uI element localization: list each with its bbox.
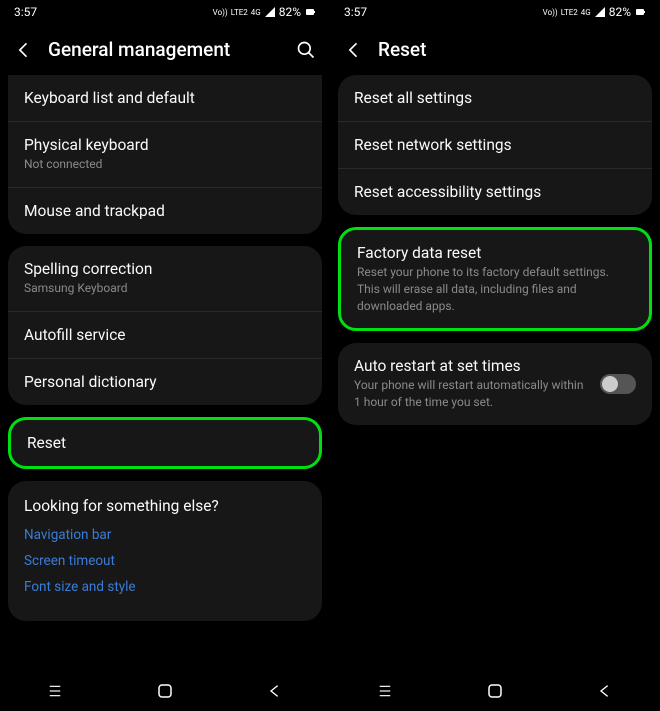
chevron-left-icon [344, 40, 364, 60]
nav-back[interactable] [594, 680, 616, 702]
item-label: Autofill service [24, 326, 306, 344]
recents-icon [45, 684, 65, 698]
item-reset-network[interactable]: Reset network settings [338, 121, 652, 168]
nav-home[interactable] [484, 680, 506, 702]
item-label: Factory data reset [357, 244, 633, 262]
group-input: Keyboard list and default Physical keybo… [8, 75, 322, 234]
group-text: Spelling correction Samsung Keyboard Aut… [8, 246, 322, 405]
item-label: Keyboard list and default [24, 89, 306, 107]
phone-left: 3:57 Vo)) LTE2 4G 82% General management… [0, 0, 330, 711]
back-icon [267, 683, 283, 699]
volte-icon: Vo)) [213, 8, 228, 17]
item-factory-data-reset[interactable]: Factory data reset Reset your phone to i… [341, 230, 649, 328]
group-reset: Reset [8, 417, 322, 469]
toggle-switch[interactable] [600, 374, 636, 394]
page-title: General management [48, 38, 296, 61]
item-sub: Not connected [24, 156, 306, 173]
battery-icon [634, 6, 646, 18]
header: General management [0, 24, 330, 75]
item-label: Personal dictionary [24, 373, 306, 391]
home-icon [486, 682, 504, 700]
status-time: 3:57 [344, 5, 367, 19]
phone-right: 3:57 Vo)) LTE2 4G 82% Reset Reset all se… [330, 0, 660, 711]
item-mouse-trackpad[interactable]: Mouse and trackpad [8, 187, 322, 234]
battery-pct: 82% [279, 5, 301, 19]
item-spelling[interactable]: Spelling correction Samsung Keyboard [8, 246, 322, 311]
back-button[interactable] [344, 40, 364, 60]
nav-back[interactable] [264, 680, 286, 702]
item-reset-accessibility[interactable]: Reset accessibility settings [338, 168, 652, 215]
group-resets: Reset all settings Reset network setting… [338, 75, 652, 215]
link-screen-timeout[interactable]: Screen timeout [24, 553, 306, 569]
lte-icon: LTE2 [231, 8, 248, 17]
item-label: Reset network settings [354, 136, 636, 154]
item-physical-keyboard[interactable]: Physical keyboard Not connected [8, 121, 322, 187]
status-bar: 3:57 Vo)) LTE2 4G 82% [0, 0, 330, 24]
group-suggestions: Looking for something else? Navigation b… [8, 481, 322, 621]
item-reset[interactable]: Reset [11, 420, 319, 466]
item-sub: Your phone will restart automatically wi… [354, 377, 590, 411]
nav-home[interactable] [154, 680, 176, 702]
nav-bar [0, 671, 330, 711]
link-font-size[interactable]: Font size and style [24, 579, 306, 595]
battery-icon [304, 6, 316, 18]
signal-icon [594, 6, 606, 18]
item-auto-restart[interactable]: Auto restart at set times Your phone wil… [338, 343, 652, 425]
suggest-title: Looking for something else? [24, 497, 306, 515]
nav-recents[interactable] [44, 680, 66, 702]
recents-icon [375, 684, 395, 698]
item-label: Reset accessibility settings [354, 183, 636, 201]
link-navigation-bar[interactable]: Navigation bar [24, 527, 306, 543]
item-label: Physical keyboard [24, 136, 306, 154]
signal-icon [264, 6, 276, 18]
battery-pct: 82% [609, 5, 631, 19]
content: Reset all settings Reset network setting… [330, 75, 660, 425]
item-label: Reset [27, 434, 303, 452]
search-icon [296, 40, 316, 60]
item-sub: Samsung Keyboard [24, 280, 306, 297]
back-icon [597, 683, 613, 699]
item-label: Reset all settings [354, 89, 636, 107]
content: Keyboard list and default Physical keybo… [0, 75, 330, 621]
item-label: Spelling correction [24, 260, 306, 278]
status-bar: 3:57 Vo)) LTE2 4G 82% [330, 0, 660, 24]
group-auto-restart: Auto restart at set times Your phone wil… [338, 343, 652, 425]
item-label: Mouse and trackpad [24, 202, 306, 220]
page-title: Reset [378, 38, 646, 61]
net-icon: 4G [581, 8, 591, 17]
item-reset-all[interactable]: Reset all settings [338, 75, 652, 121]
status-right: Vo)) LTE2 4G 82% [543, 5, 646, 19]
status-right: Vo)) LTE2 4G 82% [213, 5, 316, 19]
status-time: 3:57 [14, 5, 37, 19]
lte-icon: LTE2 [561, 8, 578, 17]
group-factory-reset: Factory data reset Reset your phone to i… [338, 227, 652, 331]
nav-bar [330, 671, 660, 711]
item-keyboard-list[interactable]: Keyboard list and default [8, 75, 322, 121]
chevron-left-icon [14, 40, 34, 60]
item-label: Auto restart at set times [354, 357, 590, 375]
nav-recents[interactable] [374, 680, 396, 702]
item-autofill[interactable]: Autofill service [8, 311, 322, 358]
home-icon [156, 682, 174, 700]
net-icon: 4G [251, 8, 261, 17]
header: Reset [330, 24, 660, 75]
item-sub: Reset your phone to its factory default … [357, 264, 633, 314]
volte-icon: Vo)) [543, 8, 558, 17]
back-button[interactable] [14, 40, 34, 60]
search-button[interactable] [296, 40, 316, 60]
item-personal-dictionary[interactable]: Personal dictionary [8, 358, 322, 405]
